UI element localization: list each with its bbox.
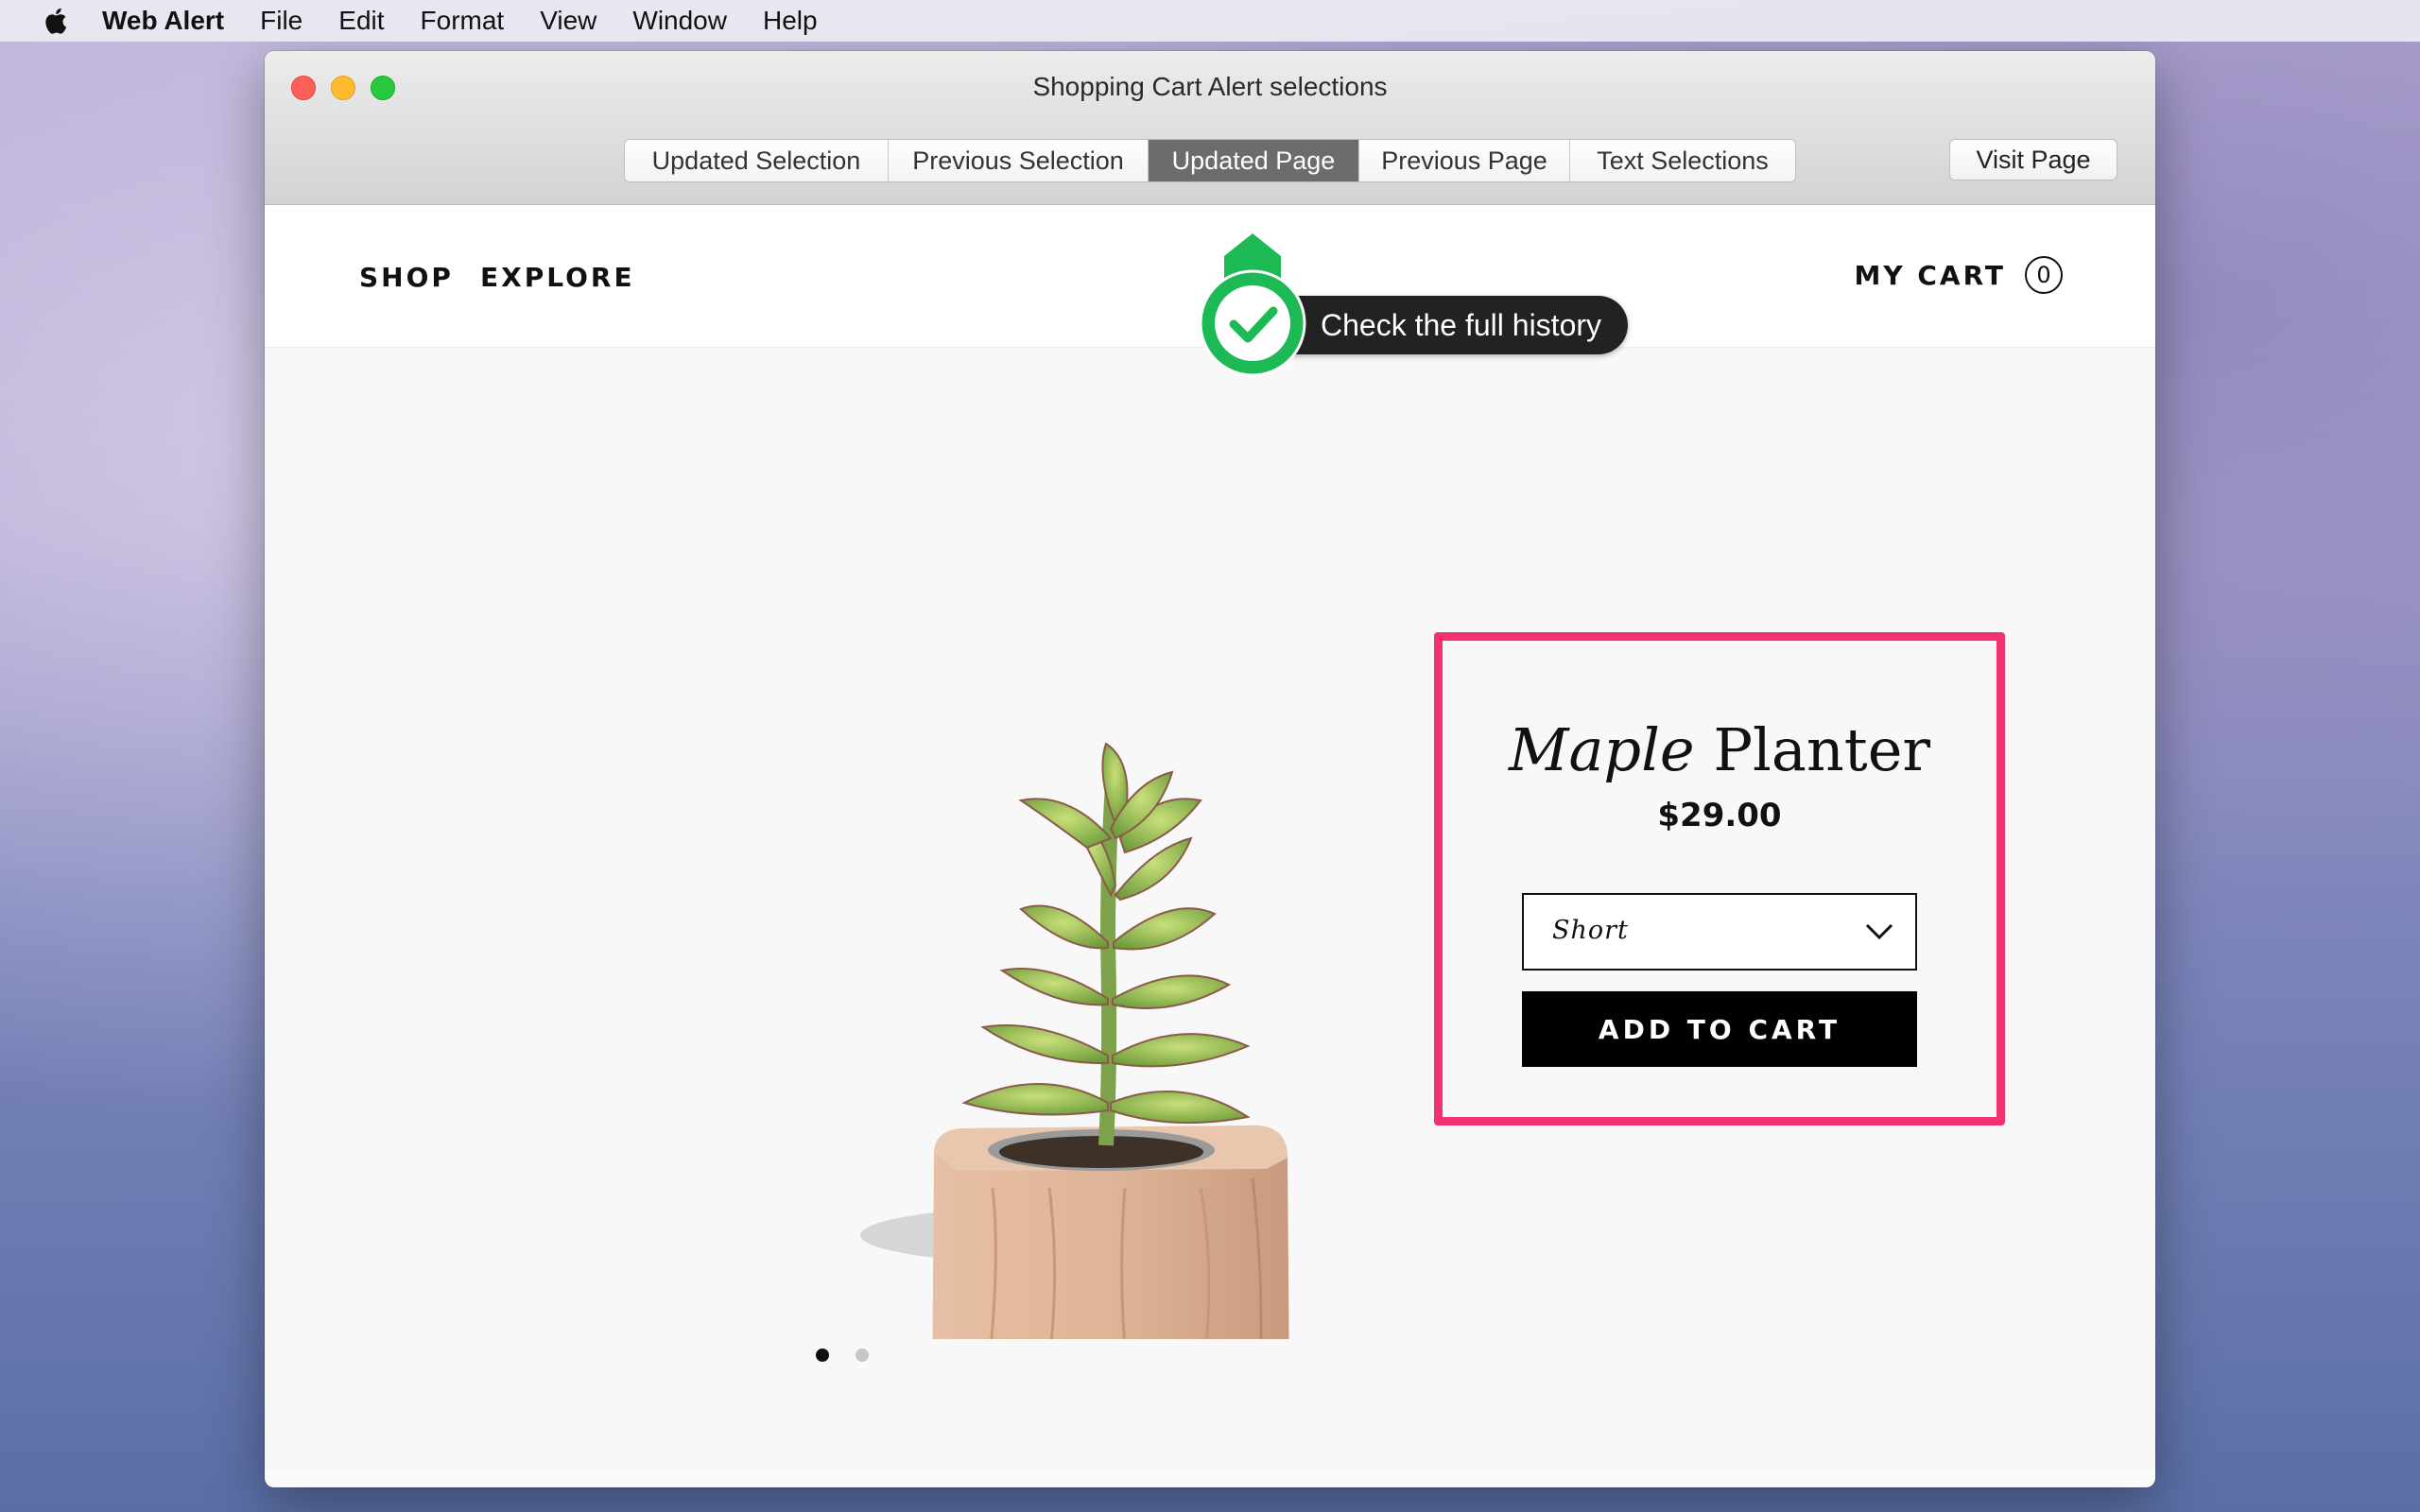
- product-price: $29.00: [1657, 797, 1782, 834]
- history-tooltip[interactable]: Check the full history: [1196, 222, 1895, 392]
- tab-text-selections[interactable]: Text Selections: [1570, 140, 1795, 181]
- checkmark-badge-icon: [1199, 233, 1306, 377]
- product-title-rest: Planter: [1713, 715, 1931, 784]
- visit-page-button[interactable]: Visit Page: [1949, 139, 2118, 180]
- menu-app-name[interactable]: Web Alert: [102, 6, 224, 36]
- tab-previous-page[interactable]: Previous Page: [1359, 140, 1570, 181]
- apple-menu-icon[interactable]: [36, 0, 74, 42]
- menu-help[interactable]: Help: [763, 6, 818, 36]
- tab-updated-selection[interactable]: Updated Selection: [625, 140, 889, 181]
- menu-bar: Web Alert File Edit Format View Window H…: [0, 0, 2420, 42]
- carousel-dot[interactable]: [856, 1349, 869, 1362]
- window-toolbar: Shopping Cart Alert selections Updated S…: [265, 51, 2155, 205]
- menu-edit[interactable]: Edit: [338, 6, 384, 36]
- window-title: Shopping Cart Alert selections: [1032, 72, 1388, 101]
- view-selector: Updated Selection Previous Selection Upd…: [624, 139, 1796, 182]
- tab-previous-selection[interactable]: Previous Selection: [889, 140, 1149, 181]
- carousel-dots: [816, 1349, 869, 1362]
- add-to-cart-button[interactable]: ADD TO CART: [1522, 991, 1917, 1067]
- product-image: [643, 659, 1418, 1432]
- product-title-italic: Maple: [1508, 715, 1695, 784]
- menu-format[interactable]: Format: [421, 6, 505, 36]
- carousel-dot[interactable]: [816, 1349, 829, 1362]
- cart-count-badge: 0: [2025, 256, 2063, 294]
- menu-window[interactable]: Window: [632, 6, 727, 36]
- menu-view[interactable]: View: [540, 6, 596, 36]
- chevron-down-icon: [1865, 923, 1893, 940]
- app-window: Shopping Cart Alert selections Updated S…: [265, 51, 2155, 1487]
- nav-shop-link[interactable]: SHOP: [359, 262, 454, 293]
- tooltip-label: Check the full history: [1264, 296, 1629, 354]
- product-title: Maple Planter: [1434, 715, 2005, 784]
- page-preview: SHOP EXPLORE MY CART 0 Maple Planter $29…: [265, 205, 2155, 1471]
- nav-explore-link[interactable]: EXPLORE: [480, 262, 635, 293]
- size-select[interactable]: Short: [1522, 893, 1917, 971]
- menu-file[interactable]: File: [260, 6, 302, 36]
- tab-updated-page[interactable]: Updated Page: [1149, 140, 1359, 181]
- size-select-value: Short: [1552, 916, 1629, 945]
